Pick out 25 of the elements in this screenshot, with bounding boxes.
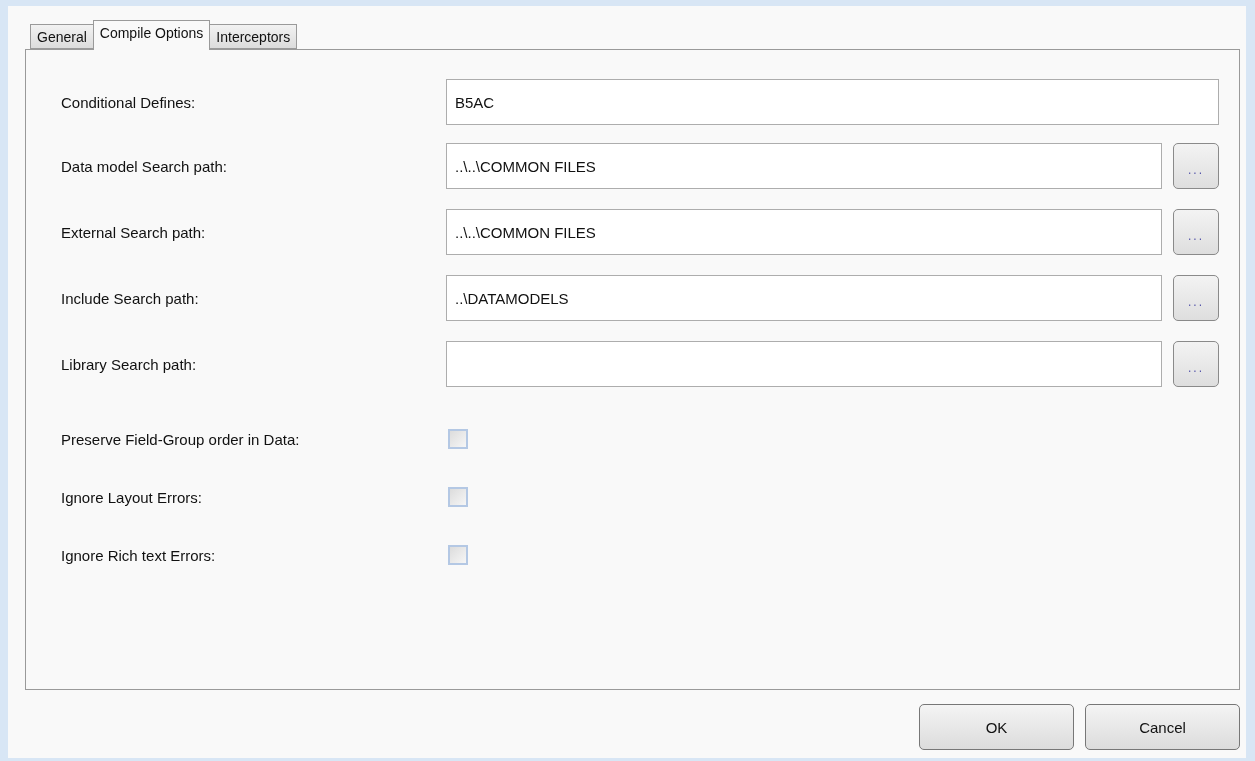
field-label: Conditional Defines: (61, 93, 197, 111)
browse-button[interactable]: ... (1173, 209, 1219, 255)
field-label: Library Search path: (61, 355, 198, 373)
checkbox[interactable] (448, 429, 468, 449)
input-field[interactable]: ..\..\COMMON FILES (446, 143, 1163, 189)
browse-button[interactable]: ... (1173, 341, 1219, 387)
input-field[interactable]: ..\..\COMMON FILES (446, 209, 1163, 255)
tab[interactable]: Interceptors (209, 24, 298, 49)
browse-button[interactable]: ... (1173, 143, 1219, 189)
input-field[interactable] (446, 341, 1163, 387)
field-label: External Search path: (61, 223, 207, 241)
field-label: Include Search path: (61, 289, 200, 307)
option-label: Preserve Field-Group order in Data: (61, 430, 301, 448)
option-label: Ignore Layout Errors: (61, 488, 203, 506)
input-field[interactable]: B5AC (446, 79, 1219, 125)
ok-button[interactable]: OK (919, 704, 1074, 750)
option-label: Ignore Rich text Errors: (61, 546, 217, 564)
checkbox[interactable] (448, 545, 468, 565)
tab[interactable]: Compile Options (92, 20, 211, 50)
tab[interactable]: General (30, 24, 94, 49)
field-label: Data model Search path: (61, 157, 228, 175)
input-field[interactable]: ..\DATAMODELS (446, 275, 1163, 321)
checkbox[interactable] (448, 487, 468, 507)
browse-button[interactable]: ... (1173, 275, 1219, 321)
cancel-button[interactable]: Cancel (1085, 704, 1240, 750)
